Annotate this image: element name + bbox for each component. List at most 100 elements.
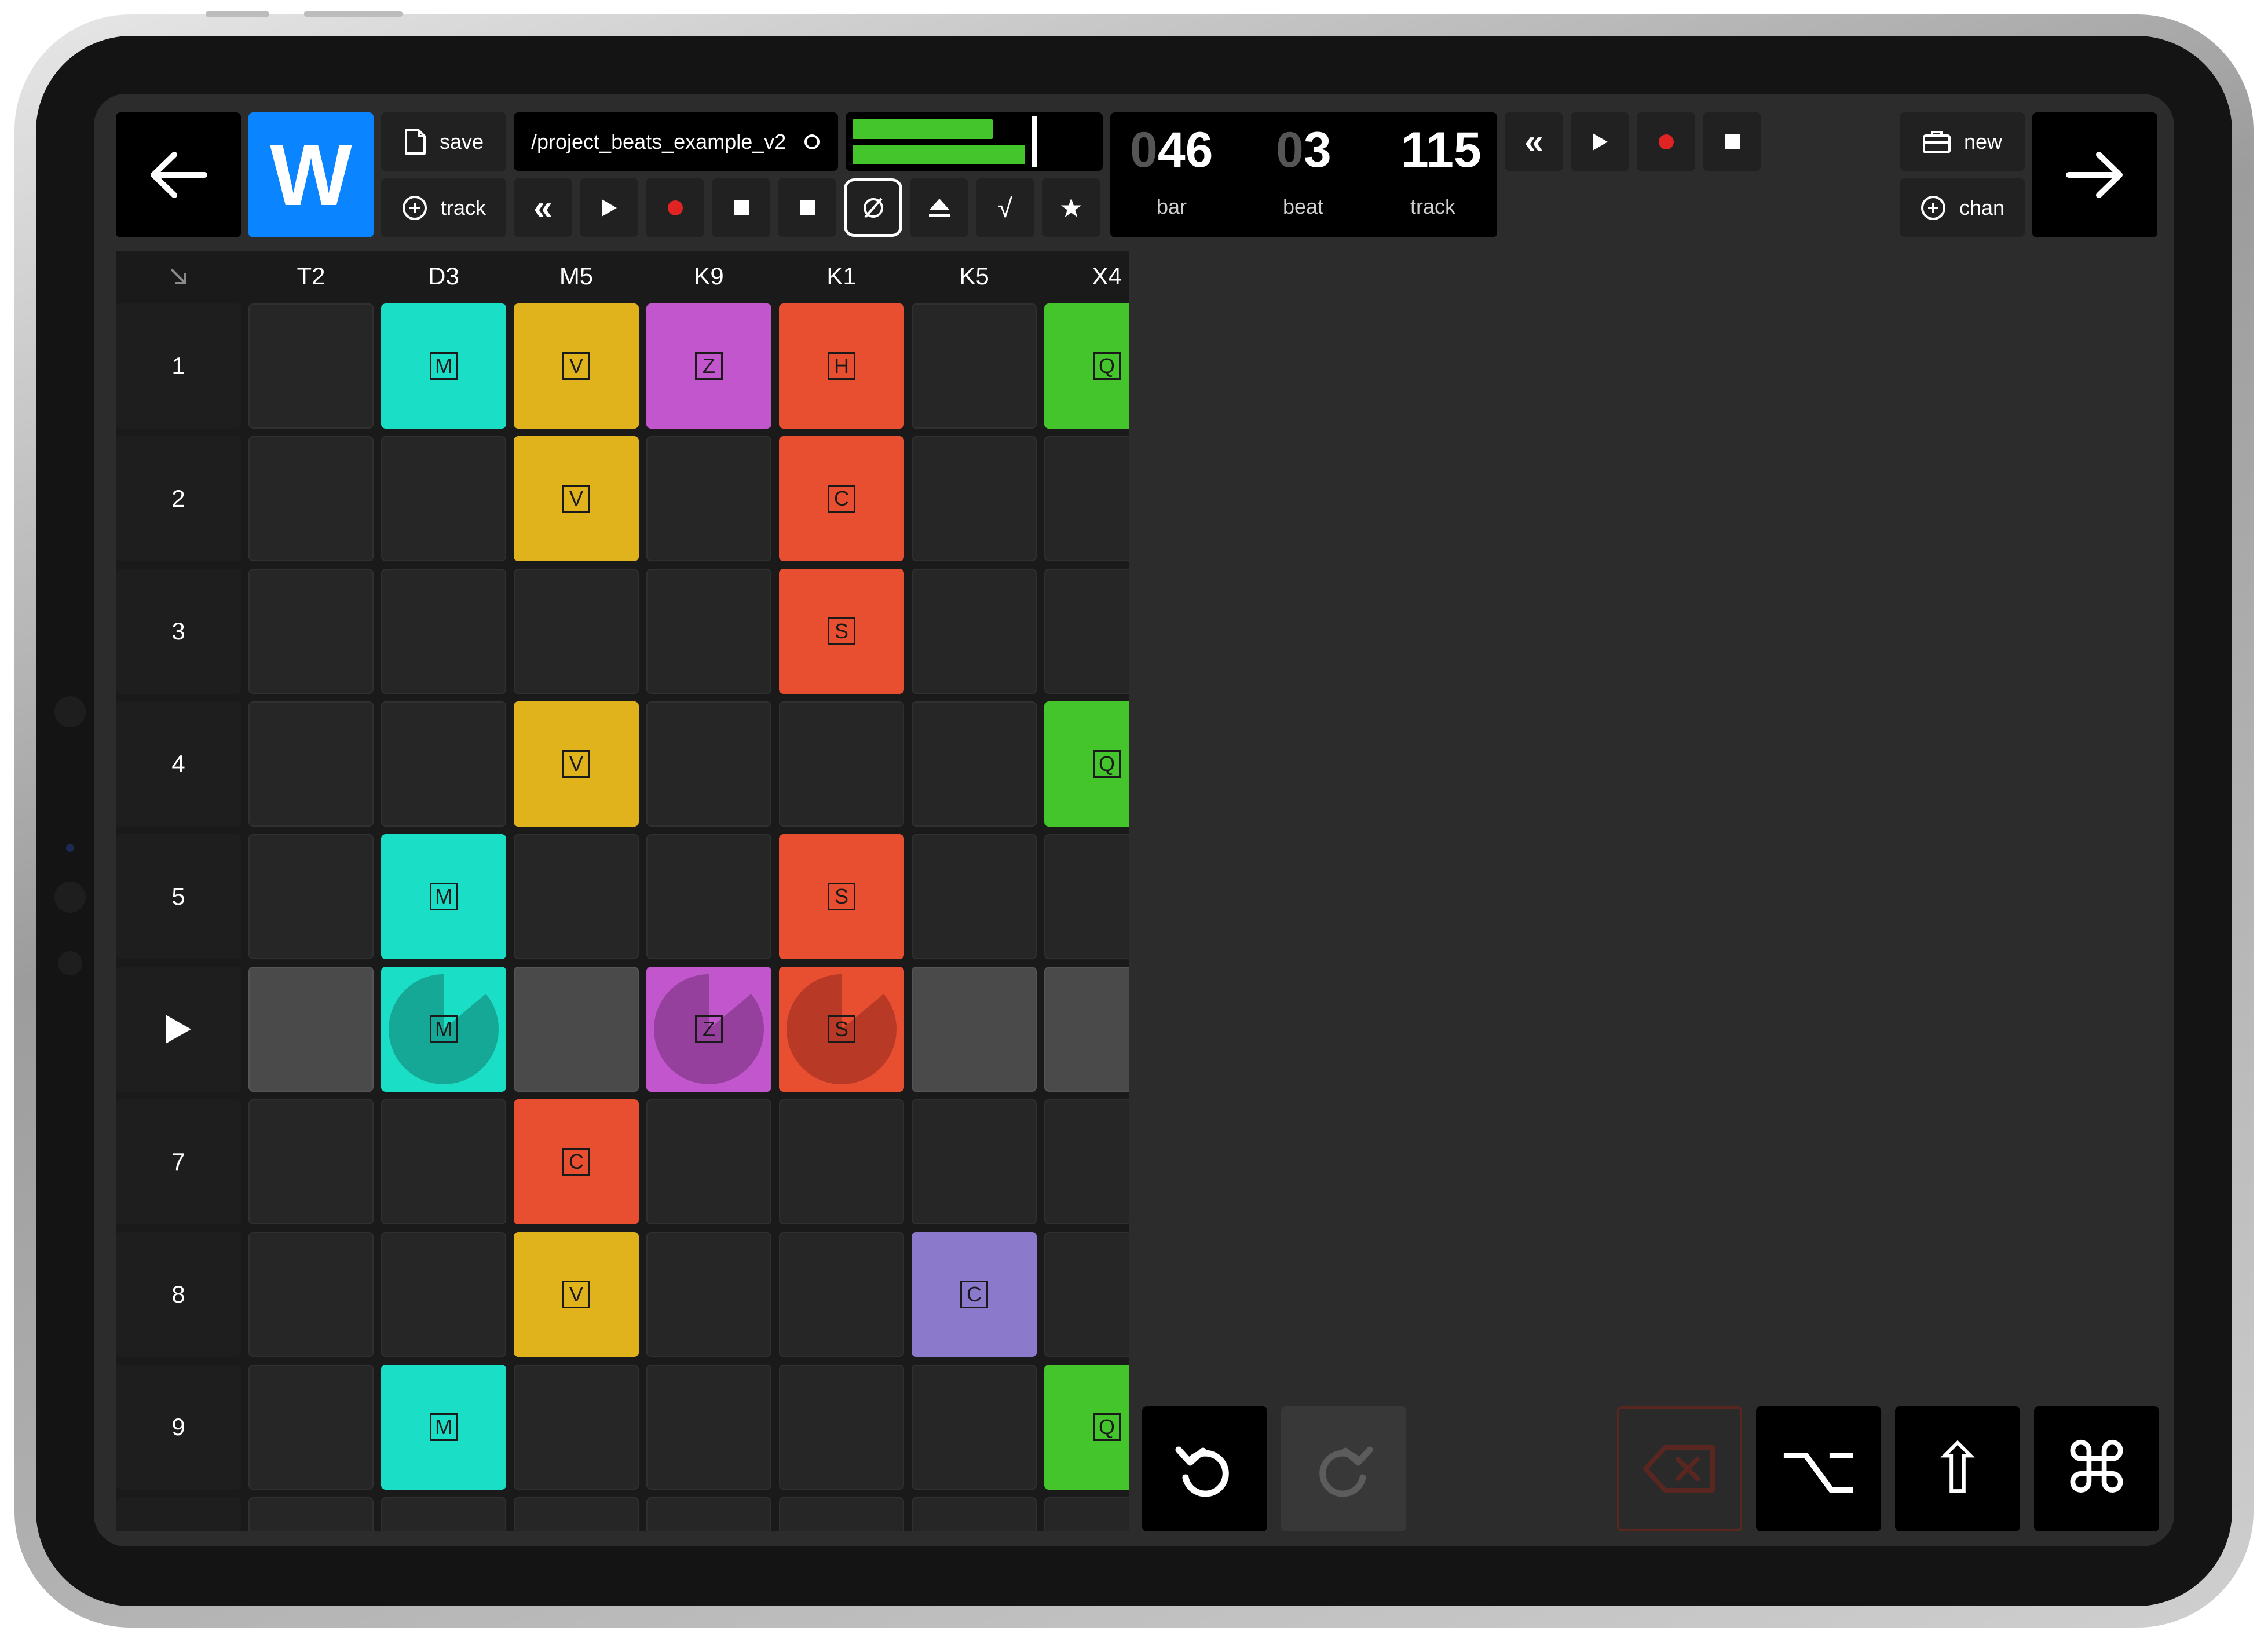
record-button[interactable] xyxy=(1637,112,1695,171)
empty-clip-slot[interactable] xyxy=(381,701,506,827)
empty-clip-slot[interactable] xyxy=(1044,1497,1129,1531)
empty-clip-slot[interactable] xyxy=(1044,1099,1129,1224)
scene-label[interactable]: 2 xyxy=(116,436,241,561)
clip-cell[interactable]: Z xyxy=(646,967,771,1092)
empty-clip-slot[interactable] xyxy=(381,1232,506,1357)
empty-clip-slot[interactable] xyxy=(646,1365,771,1490)
scene-label[interactable]: 4 xyxy=(116,701,241,827)
clip-cell[interactable]: S xyxy=(779,834,904,959)
scene-label[interactable]: 7 xyxy=(116,1099,241,1224)
stop-button[interactable] xyxy=(1703,112,1761,171)
clip-cell[interactable]: Z xyxy=(646,303,771,429)
corner-expand-icon[interactable] xyxy=(116,251,241,301)
column-header[interactable]: K5 xyxy=(912,251,1037,301)
empty-clip-slot[interactable] xyxy=(248,1365,374,1490)
empty-clip-slot[interactable] xyxy=(912,1497,1037,1531)
empty-clip-slot[interactable] xyxy=(514,967,639,1092)
scene-label[interactable]: 1 xyxy=(116,303,241,429)
empty-clip-slot[interactable] xyxy=(779,1497,904,1531)
clip-cell[interactable]: V xyxy=(514,303,639,429)
delete-button[interactable] xyxy=(1617,1406,1742,1531)
empty-clip-slot[interactable] xyxy=(779,1232,904,1357)
clip-cell[interactable]: V xyxy=(514,1232,639,1357)
empty-clip-slot[interactable] xyxy=(779,701,904,827)
column-header[interactable]: T2 xyxy=(248,251,374,301)
empty-clip-slot[interactable] xyxy=(646,569,771,694)
empty-clip-slot[interactable] xyxy=(514,1365,639,1490)
empty-clip-slot[interactable] xyxy=(248,569,374,694)
scene-label[interactable] xyxy=(116,1497,241,1531)
empty-clip-slot[interactable] xyxy=(1044,967,1129,1092)
empty-clip-slot[interactable] xyxy=(912,303,1037,429)
scene-label[interactable]: 8 xyxy=(116,1232,241,1357)
clip-cell[interactable]: V xyxy=(514,701,639,827)
clip-cell[interactable]: M xyxy=(381,1365,506,1490)
clip-cell[interactable]: V xyxy=(514,436,639,561)
empty-clip-slot[interactable] xyxy=(248,1232,374,1357)
clip-cell[interactable]: S xyxy=(779,967,904,1092)
new-button[interactable]: new xyxy=(1900,112,2025,171)
empty-clip-slot[interactable] xyxy=(912,834,1037,959)
empty-clip-slot[interactable] xyxy=(912,1099,1037,1224)
empty-clip-slot[interactable] xyxy=(381,436,506,561)
empty-clip-slot[interactable] xyxy=(381,1099,506,1224)
empty-clip-slot[interactable] xyxy=(779,1099,904,1224)
empty-clip-slot[interactable] xyxy=(646,436,771,561)
empty-clip-slot[interactable] xyxy=(1044,569,1129,694)
empty-clip-slot[interactable] xyxy=(248,967,374,1092)
empty-clip-slot[interactable] xyxy=(248,303,374,429)
clip-cell[interactable]: M xyxy=(381,303,506,429)
clip-cell[interactable]: M xyxy=(381,967,506,1092)
scene-play-button[interactable] xyxy=(116,967,241,1092)
empty-clip-slot[interactable] xyxy=(248,701,374,827)
empty-clip-slot[interactable] xyxy=(381,1497,506,1531)
play-button[interactable] xyxy=(1571,112,1629,171)
empty-clip-slot[interactable] xyxy=(514,569,639,694)
clip-cell[interactable]: C xyxy=(514,1099,639,1224)
clip-cell[interactable]: M xyxy=(381,834,506,959)
empty-clip-slot[interactable] xyxy=(646,1497,771,1531)
add-channel-button[interactable]: chan xyxy=(1900,178,2025,237)
clip-cell[interactable]: Q xyxy=(1044,1365,1129,1490)
empty-clip-slot[interactable] xyxy=(646,834,771,959)
clip-cell[interactable]: C xyxy=(912,1232,1037,1357)
empty-clip-slot[interactable] xyxy=(646,701,771,827)
empty-clip-slot[interactable] xyxy=(912,967,1037,1092)
column-header[interactable]: K9 xyxy=(646,251,771,301)
empty-clip-slot[interactable] xyxy=(779,1365,904,1490)
empty-clip-slot[interactable] xyxy=(912,701,1037,827)
rewind-button[interactable]: « xyxy=(1505,112,1563,171)
empty-clip-slot[interactable] xyxy=(912,1365,1037,1490)
command-key[interactable]: ⌘ xyxy=(2034,1406,2159,1531)
redo-button[interactable] xyxy=(1281,1406,1406,1531)
empty-clip-slot[interactable] xyxy=(912,569,1037,694)
clip-cell[interactable]: H xyxy=(779,303,904,429)
clip-cell[interactable]: S xyxy=(779,569,904,694)
forward-button[interactable] xyxy=(2032,112,2157,237)
scene-label[interactable]: 5 xyxy=(116,834,241,959)
clip-cell[interactable]: C xyxy=(779,436,904,561)
empty-clip-slot[interactable] xyxy=(514,1497,639,1531)
clip-cell[interactable]: Q xyxy=(1044,701,1129,827)
column-header[interactable]: D3 xyxy=(381,251,506,301)
clip-cell[interactable]: Q xyxy=(1044,303,1129,429)
empty-clip-slot[interactable] xyxy=(248,436,374,561)
empty-clip-slot[interactable] xyxy=(381,569,506,694)
empty-clip-slot[interactable] xyxy=(1044,834,1129,959)
column-header[interactable]: X4 xyxy=(1044,251,1129,301)
scene-label[interactable]: 3 xyxy=(116,569,241,694)
empty-clip-slot[interactable] xyxy=(646,1232,771,1357)
column-header[interactable]: M5 xyxy=(514,251,639,301)
undo-button[interactable] xyxy=(1142,1406,1267,1531)
empty-clip-slot[interactable] xyxy=(248,1497,374,1531)
empty-clip-slot[interactable] xyxy=(248,834,374,959)
empty-clip-slot[interactable] xyxy=(1044,436,1129,561)
empty-clip-slot[interactable] xyxy=(514,834,639,959)
column-header[interactable]: K1 xyxy=(779,251,904,301)
empty-clip-slot[interactable] xyxy=(646,1099,771,1224)
empty-clip-slot[interactable] xyxy=(1044,1232,1129,1357)
scene-label[interactable]: 9 xyxy=(116,1365,241,1490)
shift-key[interactable]: ⇧ xyxy=(1895,1406,2020,1531)
empty-clip-slot[interactable] xyxy=(912,436,1037,561)
empty-clip-slot[interactable] xyxy=(248,1099,374,1224)
